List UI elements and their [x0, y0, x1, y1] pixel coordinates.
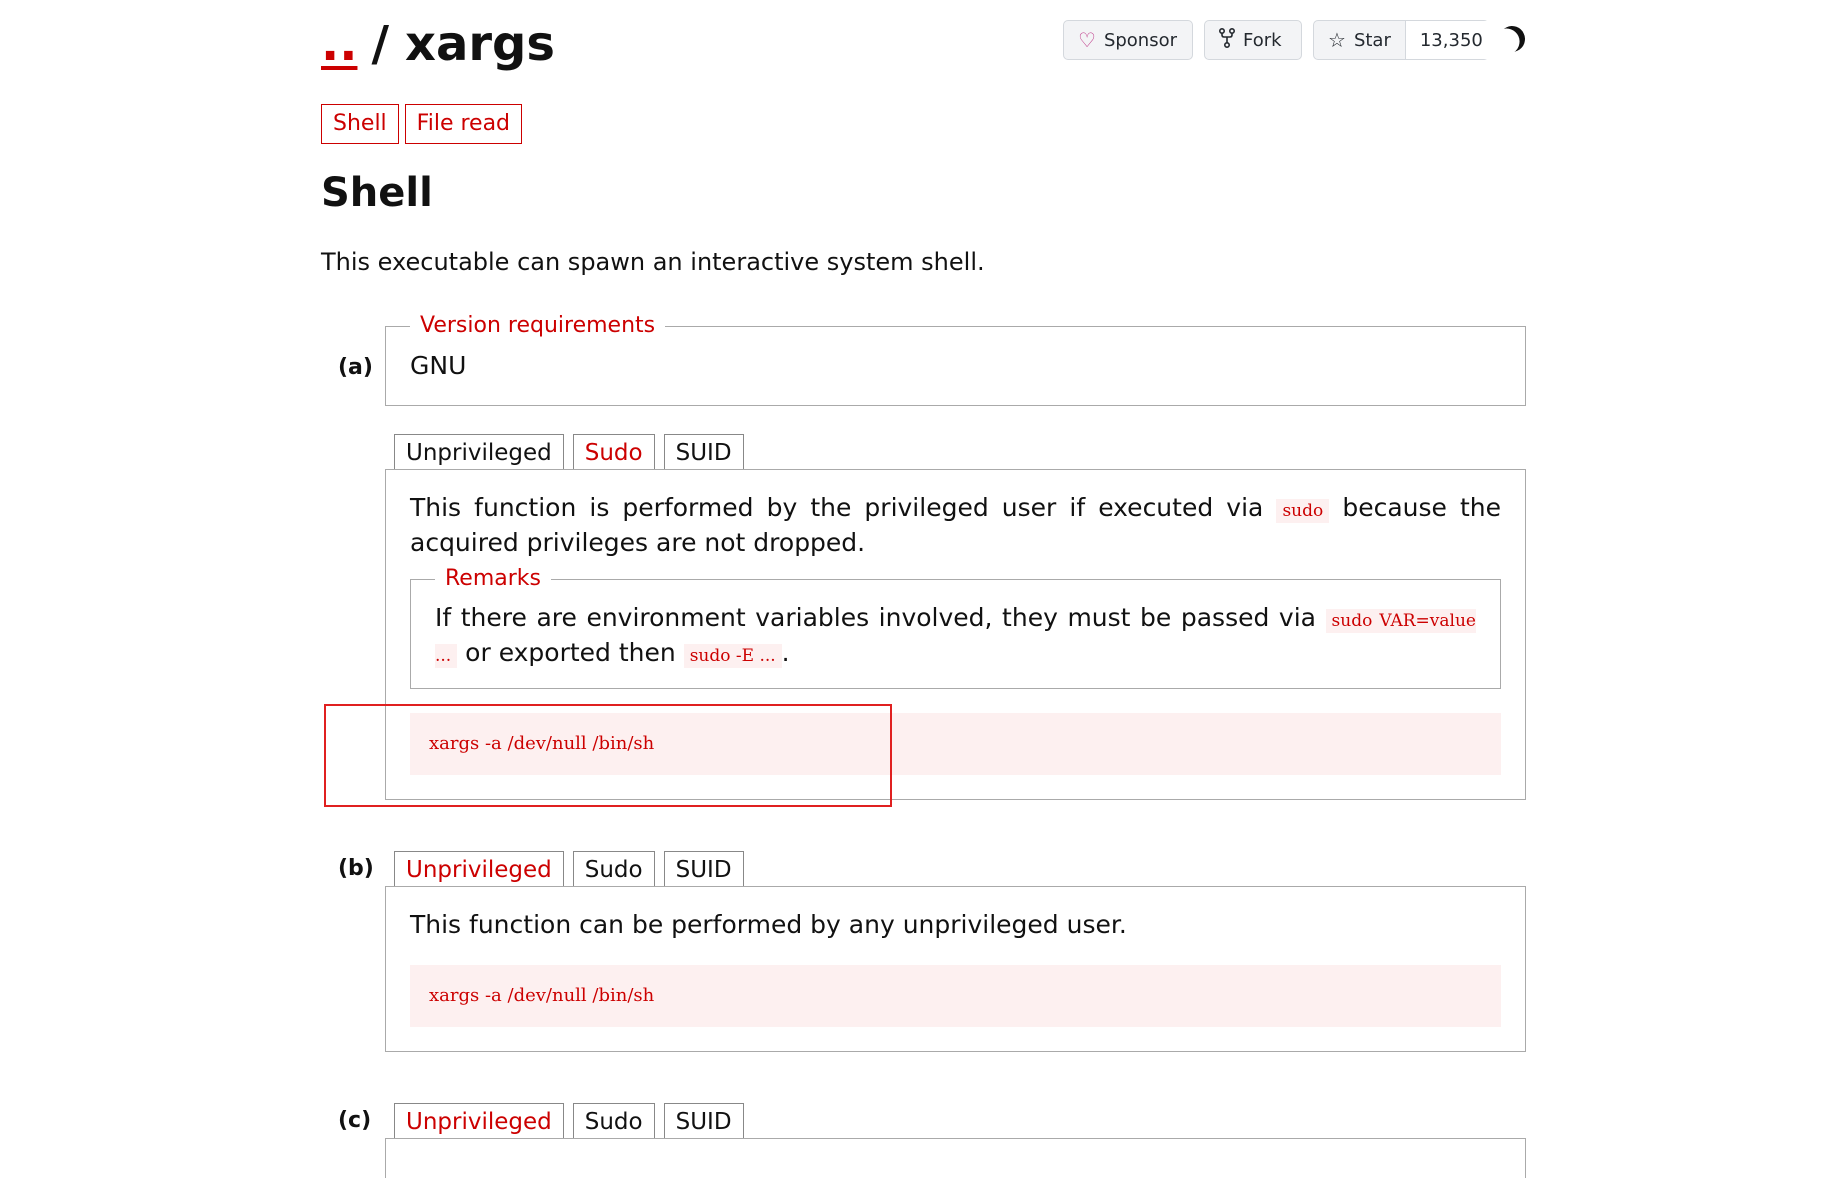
tab-unprivileged[interactable]: Unprivileged	[394, 434, 564, 470]
tab-sudo[interactable]: Sudo	[572, 434, 655, 470]
tab-panel-b: This function can be performed by any un…	[385, 886, 1526, 1052]
tab-unprivileged[interactable]: Unprivileged	[394, 851, 564, 887]
remarks-box: Remarks If there are environment variabl…	[410, 565, 1501, 689]
tab-suid[interactable]: SUID	[663, 434, 744, 470]
version-requirements: Version requirements GNU	[385, 312, 1526, 406]
star-count[interactable]: 13,350	[1404, 21, 1497, 59]
fork-label: Fork	[1243, 29, 1282, 51]
star-button[interactable]: ☆ Star 13,350	[1313, 20, 1497, 60]
code-block-b[interactable]: xargs -a /dev/null /bin/sh	[410, 965, 1501, 1027]
page-title: xargs	[405, 16, 555, 72]
function-description: This function can be performed by any un…	[410, 910, 1127, 939]
title-separator: /	[371, 16, 389, 72]
remarks-text-end: .	[781, 638, 790, 667]
example-label-b: (b)	[338, 856, 374, 881]
tabs-c: Unprivileged Sudo SUID	[394, 1103, 744, 1139]
remarks-legend: Remarks	[435, 565, 551, 593]
tab-suid[interactable]: SUID	[663, 1103, 744, 1139]
page-title-row: .. / xargs	[321, 8, 555, 80]
sponsor-label: Sponsor	[1103, 29, 1178, 51]
tag-file-read[interactable]: File read	[404, 104, 523, 144]
fork-button[interactable]: Fork	[1204, 20, 1302, 60]
moon-icon[interactable]	[1495, 22, 1530, 57]
version-value: GNU	[410, 351, 467, 380]
section-heading: Shell	[321, 170, 433, 216]
tab-sudo[interactable]: Sudo	[572, 1103, 655, 1139]
highlight-box	[324, 704, 892, 807]
heart-icon: ♡	[1078, 28, 1096, 52]
tab-sudo[interactable]: Sudo	[572, 851, 655, 887]
tabs-a: Unprivileged Sudo SUID	[394, 434, 744, 470]
tab-panel-c	[385, 1138, 1526, 1178]
fork-icon	[1218, 27, 1236, 53]
remarks-text: If there are environment variables invol…	[435, 602, 1476, 672]
remarks-text-1: If there are environment variables invol…	[435, 603, 1316, 632]
example-label-a: (a)	[338, 355, 373, 380]
description-text-1: This function is performed by the privil…	[410, 493, 1264, 522]
home-link[interactable]: ..	[321, 16, 357, 72]
version-legend: Version requirements	[410, 312, 666, 340]
tab-suid[interactable]: SUID	[663, 851, 744, 887]
tab-unprivileged[interactable]: Unprivileged	[394, 1103, 564, 1139]
function-tags: Shell File read	[321, 104, 523, 144]
example-label-c: (c)	[338, 1108, 372, 1133]
tabs-b: Unprivileged Sudo SUID	[394, 851, 744, 887]
sponsor-button[interactable]: ♡ Sponsor	[1063, 20, 1193, 60]
star-icon: ☆	[1328, 28, 1346, 52]
star-label: Star	[1353, 29, 1391, 51]
remarks-text-2: or exported then	[465, 638, 676, 667]
inline-code-sudo: sudo	[1276, 499, 1330, 523]
inline-code-sudo-e: sudo -E ...	[683, 644, 782, 668]
function-description: This function is performed by the privil…	[410, 492, 1501, 558]
section-description: This executable can spawn an interactive…	[321, 248, 985, 276]
tag-shell[interactable]: Shell	[321, 104, 399, 144]
